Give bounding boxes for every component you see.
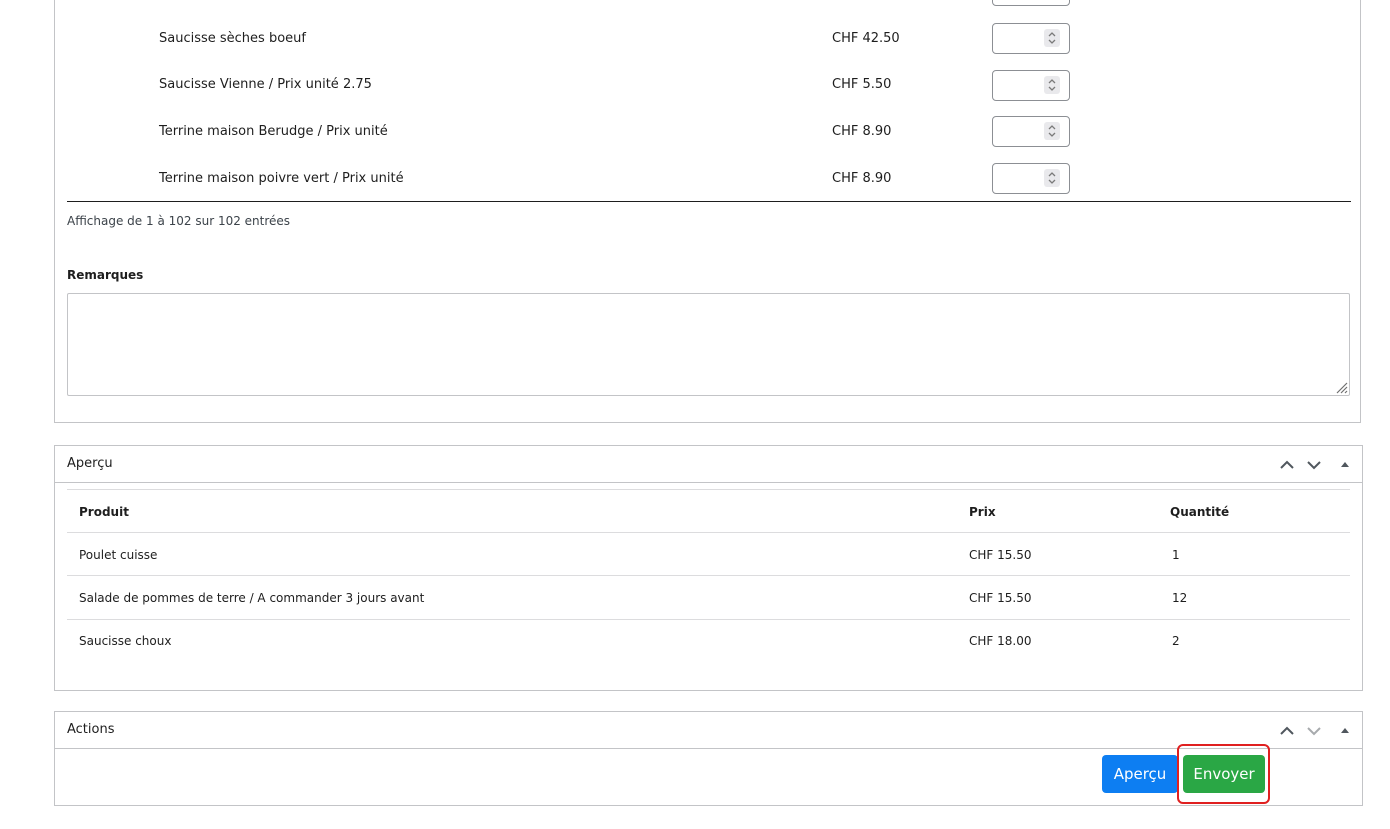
cell-quantity: 1: [1172, 548, 1180, 562]
product-price: CHF 5.50: [832, 77, 892, 92]
quantity-input[interactable]: [992, 116, 1070, 147]
cell-product: Poulet cuisse: [79, 548, 158, 562]
row-divider: [67, 532, 1350, 533]
spinner-arrows-icon[interactable]: [1044, 169, 1060, 187]
actions-box-title: Actions: [67, 722, 115, 737]
preview-table-top-border: [67, 489, 1350, 490]
spinner-arrows-icon[interactable]: [1044, 122, 1060, 140]
cell-price: CHF 15.50: [969, 548, 1032, 562]
quantity-input[interactable]: [992, 163, 1070, 194]
cell-product: Saucisse choux: [79, 634, 172, 648]
product-price: CHF 42.50: [832, 31, 900, 46]
product-price: CHF 8.90: [832, 171, 892, 186]
product-name: Saucisse sèches boeuf: [159, 31, 306, 46]
triangle-up-icon[interactable]: [1336, 722, 1354, 740]
spinner-arrows-icon[interactable]: [1044, 76, 1060, 94]
actions-box: Actions Aperçu Envoyer: [54, 711, 1363, 806]
quantity-input[interactable]: [992, 70, 1070, 101]
resize-grip-icon[interactable]: [1334, 380, 1348, 394]
chevron-up-icon[interactable]: [1278, 722, 1296, 740]
preview-box: Aperçu Produit Prix Quantité Poulet cuis…: [54, 445, 1363, 691]
cell-quantity: 12: [1172, 591, 1188, 605]
remarks-textarea[interactable]: [67, 293, 1350, 396]
column-header-price: Prix: [969, 505, 996, 519]
table-divider: [67, 201, 1351, 202]
preview-box-header: Aperçu: [55, 446, 1362, 483]
chevron-down-icon[interactable]: [1305, 722, 1323, 740]
quantity-input[interactable]: [992, 23, 1070, 54]
table-info: Affichage de 1 à 102 sur 102 entrées: [67, 214, 291, 228]
cell-price: CHF 18.00: [969, 634, 1032, 648]
remarks-label: Remarques: [67, 268, 144, 282]
cell-quantity: 2: [1172, 634, 1180, 648]
product-name: Terrine maison poivre vert / Prix unité: [159, 171, 404, 186]
preview-box-title: Aperçu: [67, 456, 113, 471]
chevron-up-icon[interactable]: [1278, 456, 1296, 474]
row-divider: [67, 575, 1350, 576]
quantity-input-partial[interactable]: [992, 0, 1070, 6]
spinner-arrows-icon[interactable]: [1044, 29, 1060, 47]
triangle-up-icon[interactable]: [1336, 456, 1354, 474]
actions-box-header: Actions: [55, 712, 1362, 749]
chevron-down-icon[interactable]: [1305, 456, 1323, 474]
product-price: CHF 8.90: [832, 124, 892, 139]
product-name: Saucisse Vienne / Prix unité 2.75: [159, 77, 372, 92]
product-name: Terrine maison Berudge / Prix unité: [159, 124, 388, 139]
cell-product: Salade de pommes de terre / A commander …: [79, 591, 425, 605]
products-panel: Saucisse sèches boeuf CHF 42.50 Saucisse…: [54, 0, 1361, 423]
column-header-product: Produit: [79, 505, 129, 519]
column-header-quantity: Quantité: [1170, 505, 1230, 519]
send-button[interactable]: Envoyer: [1183, 755, 1265, 793]
preview-button[interactable]: Aperçu: [1102, 755, 1178, 793]
row-divider: [67, 619, 1350, 620]
cell-price: CHF 15.50: [969, 591, 1032, 605]
